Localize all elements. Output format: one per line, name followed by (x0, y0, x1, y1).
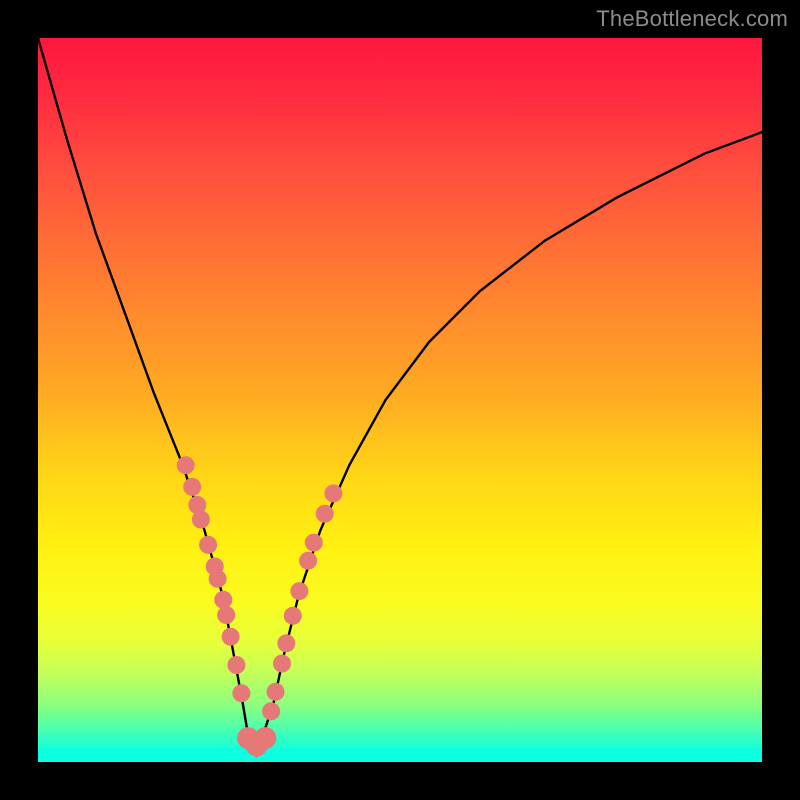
data-dot (177, 456, 195, 474)
data-dot (273, 655, 291, 673)
data-dot (316, 505, 334, 523)
data-dot (262, 702, 280, 720)
data-dot (222, 628, 240, 646)
data-dot (192, 511, 210, 529)
data-dot (254, 727, 276, 749)
data-dot (324, 484, 342, 502)
chart-area (38, 38, 762, 762)
watermark-text: TheBottleneck.com (596, 6, 788, 32)
data-dot (232, 684, 250, 702)
bottleneck-curve (38, 38, 762, 748)
chart-overlay (38, 38, 762, 762)
data-dots (177, 456, 343, 756)
data-dot (305, 534, 323, 552)
data-dot (183, 478, 201, 496)
data-dot (199, 536, 217, 554)
data-dot (290, 582, 308, 600)
data-dot (284, 607, 302, 625)
data-dot (267, 683, 285, 701)
data-dot (217, 606, 235, 624)
data-dot (209, 570, 227, 588)
data-dot (299, 552, 317, 570)
data-dot (277, 634, 295, 652)
data-dot (227, 656, 245, 674)
data-dot (214, 591, 232, 609)
